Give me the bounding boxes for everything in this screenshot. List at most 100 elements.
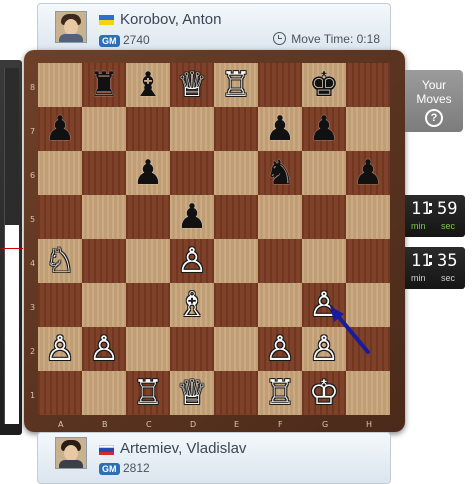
square-c3[interactable] <box>126 283 170 327</box>
file-label-a: A <box>58 420 64 429</box>
black-pawn-h6[interactable]: ♟ <box>346 151 390 195</box>
top-player-panel: Korobov, Anton GM 2740 Move Time: 0:18 <box>37 3 391 55</box>
square-h3[interactable] <box>346 283 390 327</box>
bottom-player-title-badge: GM <box>99 463 120 475</box>
square-g5[interactable] <box>302 195 346 239</box>
square-h2[interactable] <box>346 327 390 371</box>
rank-label-3: 3 <box>30 303 36 312</box>
file-label-f: F <box>278 420 283 429</box>
file-label-c: C <box>146 420 152 429</box>
white-rook-c1[interactable]: ♖ <box>126 371 170 415</box>
russia-flag-icon <box>99 445 114 455</box>
evaluation-meter <box>1 68 23 424</box>
white-rook-e8[interactable]: ♖ <box>214 63 258 107</box>
square-a5[interactable] <box>38 195 82 239</box>
black-king-g8[interactable]: ♚ <box>302 63 346 107</box>
white-pawn-g2[interactable]: ♙ <box>302 327 346 371</box>
evaluation-marker <box>1 248 23 249</box>
square-a8[interactable] <box>38 63 82 107</box>
top-player-clock: 11 59 min sec <box>405 195 465 237</box>
black-rook-b8[interactable]: ♜ <box>82 63 126 107</box>
square-b7[interactable] <box>82 107 126 151</box>
white-pawn-f2[interactable]: ♙ <box>258 327 302 371</box>
black-pawn-f7[interactable]: ♟ <box>258 107 302 151</box>
black-pawn-a7[interactable]: ♟ <box>38 107 82 151</box>
square-h4[interactable] <box>346 239 390 283</box>
evaluation-white-fill <box>5 224 19 424</box>
rank-label-1: 1 <box>30 391 36 400</box>
square-a6[interactable] <box>38 151 82 195</box>
clock-icon <box>273 32 287 45</box>
square-g6[interactable] <box>302 151 346 195</box>
square-f8[interactable] <box>258 63 302 107</box>
square-d2[interactable] <box>170 327 214 371</box>
square-g4[interactable] <box>302 239 346 283</box>
square-e1[interactable] <box>214 371 258 415</box>
white-queen-d1[interactable]: ♕ <box>170 371 214 415</box>
square-f5[interactable] <box>258 195 302 239</box>
black-pawn-g7[interactable]: ♟ <box>302 107 346 151</box>
white-king-g1[interactable]: ♔ <box>302 371 346 415</box>
ukraine-flag-icon <box>99 15 114 25</box>
file-label-g: G <box>322 420 329 429</box>
bottom-clock-colon <box>429 254 432 266</box>
top-clock-colon <box>429 202 432 214</box>
move-time-label: Move Time: 0:18 <box>291 32 380 46</box>
file-label-d: D <box>190 420 197 429</box>
top-player-name: Korobov, Anton <box>120 11 222 28</box>
square-e3[interactable] <box>214 283 258 327</box>
square-e2[interactable] <box>214 327 258 371</box>
bottom-player-rating: 2812 <box>123 461 150 475</box>
black-knight-f6[interactable]: ♞ <box>258 151 302 195</box>
square-b1[interactable] <box>82 371 126 415</box>
white-pawn-b2[interactable]: ♙ <box>82 327 126 371</box>
square-c5[interactable] <box>126 195 170 239</box>
square-c4[interactable] <box>126 239 170 283</box>
square-f4[interactable] <box>258 239 302 283</box>
square-c2[interactable] <box>126 327 170 371</box>
square-e7[interactable] <box>214 107 258 151</box>
white-knight-a4[interactable]: ♘ <box>38 239 82 283</box>
square-a1[interactable] <box>38 371 82 415</box>
square-b6[interactable] <box>82 151 126 195</box>
black-pawn-c6[interactable]: ♟ <box>126 151 170 195</box>
rank-label-5: 5 <box>30 215 36 224</box>
top-player-avatar <box>55 11 87 43</box>
your-moves-button[interactable]: Your Moves ? <box>405 70 463 132</box>
white-bishop-d3[interactable]: ♗ <box>170 283 214 327</box>
square-h7[interactable] <box>346 107 390 151</box>
square-h1[interactable] <box>346 371 390 415</box>
white-rook-f1[interactable]: ♖ <box>258 371 302 415</box>
white-queen-d8[interactable]: ♕ <box>170 63 214 107</box>
square-c7[interactable] <box>126 107 170 151</box>
file-label-e: E <box>234 420 240 429</box>
square-b3[interactable] <box>82 283 126 327</box>
white-pawn-d4[interactable]: ♙ <box>170 239 214 283</box>
square-d6[interactable] <box>170 151 214 195</box>
white-pawn-a2[interactable]: ♙ <box>38 327 82 371</box>
square-e4[interactable] <box>214 239 258 283</box>
move-time: Move Time: 0:18 <box>273 32 380 46</box>
top-player-title-badge: GM <box>99 35 120 47</box>
square-h8[interactable] <box>346 63 390 107</box>
square-b4[interactable] <box>82 239 126 283</box>
black-pawn-d5[interactable]: ♟ <box>170 195 214 239</box>
white-pawn-g3[interactable]: ♙ <box>302 283 346 327</box>
bottom-clock-min-unit: min <box>411 273 426 283</box>
square-a3[interactable] <box>38 283 82 327</box>
bottom-player-name: Artemiev, Vladislav <box>120 440 247 457</box>
square-e6[interactable] <box>214 151 258 195</box>
square-e5[interactable] <box>214 195 258 239</box>
square-h5[interactable] <box>346 195 390 239</box>
black-bishop-c8[interactable]: ♝ <box>126 63 170 107</box>
top-clock-min-unit: min <box>411 221 426 231</box>
square-d7[interactable] <box>170 107 214 151</box>
rank-label-7: 7 <box>30 127 36 136</box>
square-b5[interactable] <box>82 195 126 239</box>
square-f3[interactable] <box>258 283 302 327</box>
chess-board[interactable]: ♜ ♝ ♕ ♖ ♚ ♟ ♟ ♟ ♟ ♞ ♟ ♟ ♘ ♙ ♗ ♙ ♙ ♙ ♙ ♙ ♖ ♕ ♖ ♔ <box>38 63 390 415</box>
rank-label-6: 6 <box>30 171 36 180</box>
bottom-clock-seconds: 35 <box>437 251 458 271</box>
help-icon[interactable]: ? <box>425 109 443 127</box>
file-label-h: H <box>366 420 373 429</box>
